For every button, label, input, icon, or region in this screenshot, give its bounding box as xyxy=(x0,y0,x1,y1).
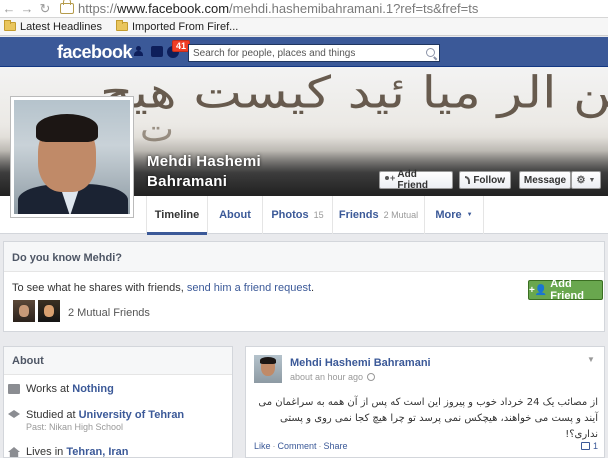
post-author-name[interactable]: Mehdi Hashemi Bahramani xyxy=(290,357,431,369)
about-work-row: Works at Nothing xyxy=(8,383,114,395)
tab-count: 15 xyxy=(313,210,324,220)
chevron-down-icon[interactable]: ▼ xyxy=(584,355,598,367)
friend-request-prompt: To see what he shares with friends, send… xyxy=(12,282,315,294)
post-actions: Like · Comment · Share xyxy=(254,441,348,451)
friend-requests-icon[interactable] xyxy=(134,46,146,57)
add-friend-icon: +👤 xyxy=(529,284,548,296)
post-timestamp: about an hour ago xyxy=(290,372,376,382)
follow-icon xyxy=(465,176,471,184)
add-friend-icon xyxy=(385,173,396,184)
location-link[interactable]: Tehran, Iran xyxy=(66,446,128,458)
cover-calligraphy: بسراغ من الر میا ئید کیست هیچ xyxy=(100,67,608,119)
post-author-avatar[interactable] xyxy=(254,355,282,383)
tab-count: 2 Mutual xyxy=(383,210,419,220)
profile-name-line2: Bahramani xyxy=(147,173,228,190)
about-location-row: Lives in Tehran, Iran xyxy=(8,446,129,458)
folder-icon xyxy=(4,20,16,31)
bookmark-label: Latest Headlines xyxy=(20,20,102,33)
url-path: /mehdi.hashemibahramani.1?ref=ts&fref=ts xyxy=(229,1,479,16)
tab-label: Timeline xyxy=(154,209,200,221)
globe-icon xyxy=(367,373,376,381)
add-friend-button[interactable]: Add Friend xyxy=(379,169,453,191)
tab-label: Photos xyxy=(271,209,309,221)
share-count-value: 1 xyxy=(592,441,598,451)
message-label: Message xyxy=(523,174,567,186)
tab-photos[interactable]: Photos 15 xyxy=(262,196,332,234)
tab-label: Friends xyxy=(338,209,379,221)
tab-about[interactable]: About xyxy=(207,196,262,234)
tab-label: More xyxy=(435,209,462,221)
mutual-friend-avatar[interactable] xyxy=(13,300,35,322)
work-link[interactable]: Nothing xyxy=(72,383,114,395)
search-icon[interactable] xyxy=(426,48,435,57)
education-link[interactable]: University of Tehran xyxy=(79,409,185,421)
about-past-school: Past: Nikan High School xyxy=(26,422,124,432)
message-button[interactable]: Message xyxy=(519,171,571,189)
chevron-down-icon: ▼ xyxy=(588,176,596,184)
profile-photo-image xyxy=(14,100,130,214)
forward-arrow-icon[interactable]: → xyxy=(18,1,36,16)
know-heading: Do you know Mehdi? xyxy=(4,242,604,272)
post-text: از مصائب یک 24 خرداد خوب و پیروز این است… xyxy=(258,397,598,440)
profile-name[interactable]: Mehdi Hashemi Bahramani xyxy=(147,152,261,192)
tab-timeline[interactable]: Timeline xyxy=(146,196,207,235)
add-friend-green-label: Add Friend xyxy=(550,278,584,302)
lock-icon xyxy=(60,0,74,14)
reload-icon[interactable]: ↻ xyxy=(36,1,54,17)
about-panel: About xyxy=(3,346,233,458)
mutual-friends-link[interactable]: 2 Mutual Friends xyxy=(68,307,150,319)
search-box xyxy=(188,44,440,62)
about-heading: About xyxy=(4,347,232,375)
back-arrow-icon[interactable]: ← xyxy=(0,1,18,16)
home-icon xyxy=(8,447,20,457)
settings-dropdown-button[interactable]: ⚙ ▼ xyxy=(571,171,601,189)
facebook-top-bar: facebook 41 xyxy=(0,37,608,67)
profile-picture[interactable] xyxy=(10,96,134,218)
bookmark-latest-headlines[interactable]: Latest Headlines xyxy=(4,20,102,33)
url-text[interactable]: https://www.facebook.com/mehdi.hashemiba… xyxy=(78,1,478,16)
bookmarks-bar: Latest Headlines Imported From Firef... xyxy=(0,18,608,36)
post-time-text[interactable]: about an hour ago xyxy=(290,372,363,382)
graduation-cap-icon xyxy=(8,410,20,418)
add-friend-label: Add Friend xyxy=(397,169,428,191)
gear-icon: ⚙ xyxy=(576,174,586,186)
tab-label: About xyxy=(219,209,251,221)
tab-more[interactable]: More xyxy=(424,196,484,234)
url-host: www.facebook.com xyxy=(117,1,230,16)
share-icon xyxy=(580,442,590,450)
browser-url-bar: ← → ↻ https://www.facebook.com/mehdi.has… xyxy=(0,0,608,18)
share-link[interactable]: Share xyxy=(324,441,348,451)
send-friend-request-link[interactable]: send him a friend request xyxy=(187,282,311,294)
bookmark-imported[interactable]: Imported From Firef... xyxy=(115,20,239,33)
about-education-row: Studied at University of Tehran xyxy=(8,409,184,421)
profile-name-line1: Mehdi Hashemi xyxy=(147,153,261,170)
like-link[interactable]: Like xyxy=(254,441,271,451)
folder-icon xyxy=(115,20,128,31)
messages-icon[interactable] xyxy=(151,46,163,57)
briefcase-icon xyxy=(8,384,20,394)
tab-friends[interactable]: Friends 2 Mutual xyxy=(332,196,424,234)
bookmark-label: Imported From Firef... xyxy=(131,20,239,33)
add-friend-green-button[interactable]: +👤 Add Friend xyxy=(528,278,603,302)
comment-link[interactable]: Comment xyxy=(278,441,317,451)
timeline-post: Mehdi Hashemi Bahramani about an hour ag… xyxy=(245,346,605,458)
follow-label: Follow xyxy=(473,174,505,186)
mutual-friend-avatar[interactable] xyxy=(38,300,60,322)
mutual-friends-thumbnails xyxy=(13,300,60,322)
know-person-panel: Do you know Mehdi? To see what he shares… xyxy=(3,241,605,332)
share-count[interactable]: 1 xyxy=(580,441,598,451)
follow-button[interactable]: Follow xyxy=(459,171,511,189)
search-input[interactable] xyxy=(189,45,419,61)
facebook-logo[interactable]: facebook xyxy=(57,42,133,63)
